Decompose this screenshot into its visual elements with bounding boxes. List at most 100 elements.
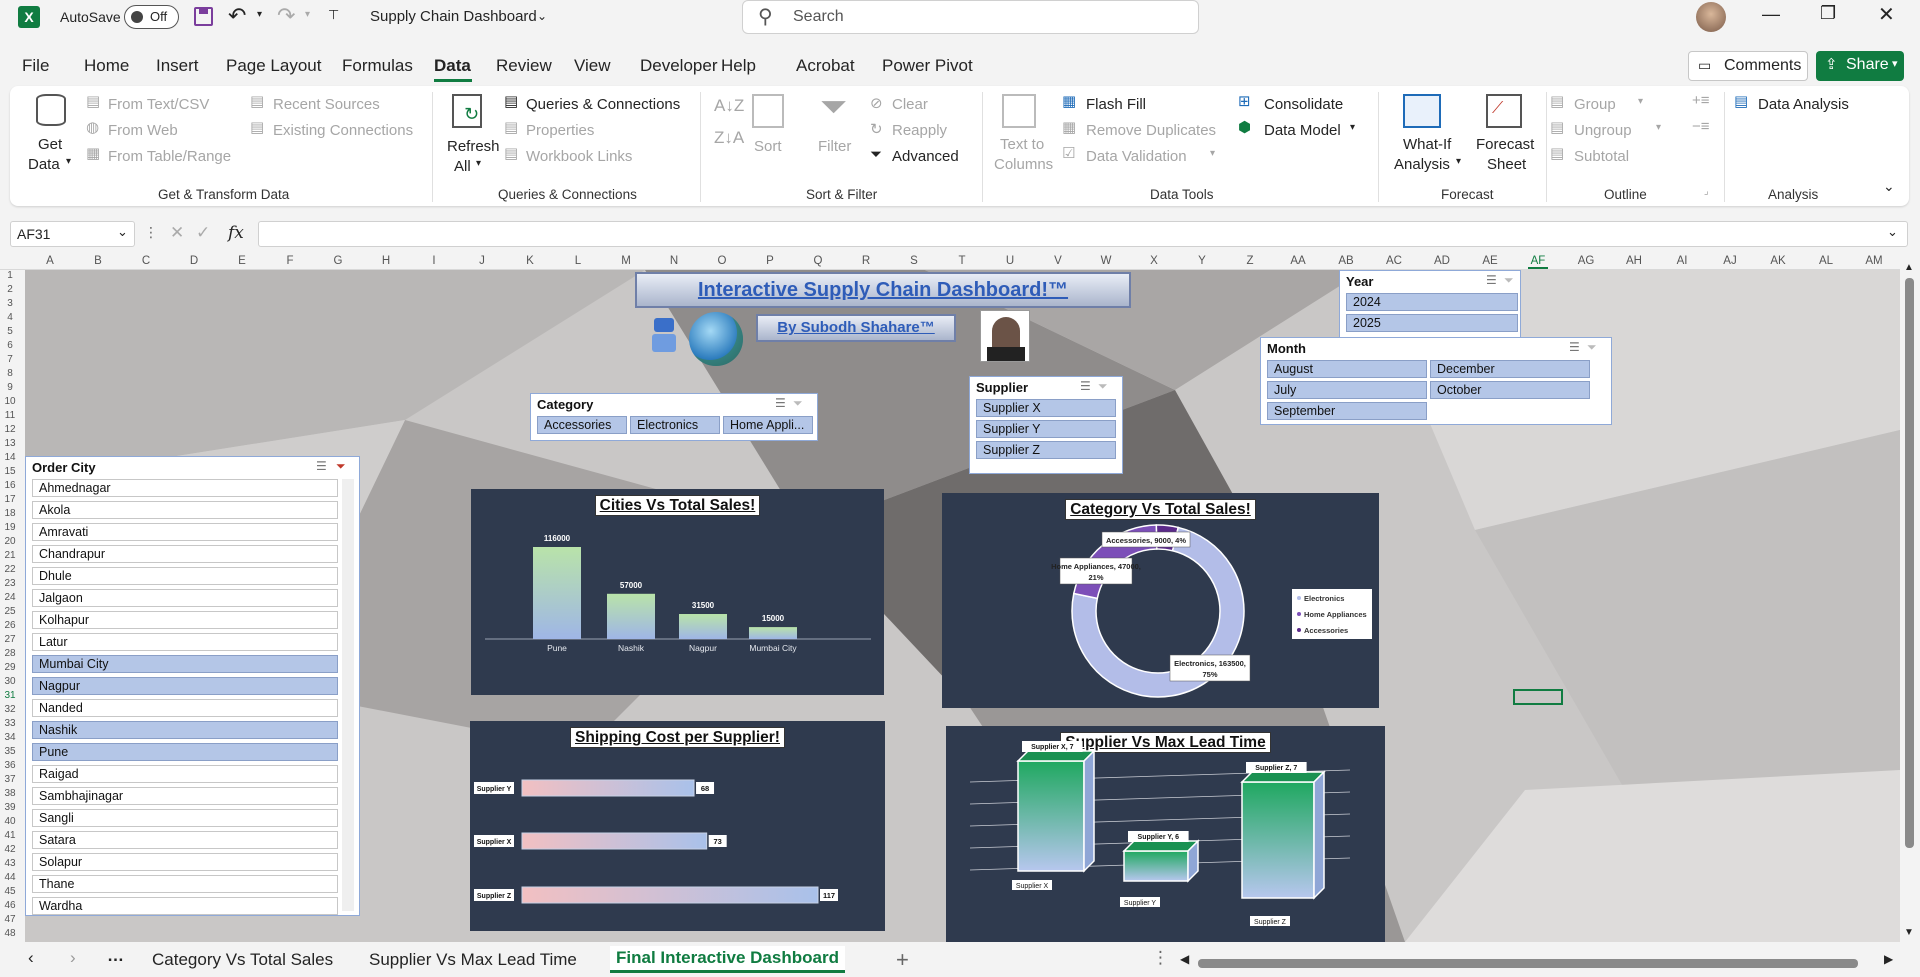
column-header[interactable]: S (904, 255, 924, 267)
name-box[interactable]: AF31 ⌄ (10, 221, 135, 247)
row-header[interactable]: 12 (0, 424, 20, 435)
bar-mumbai-city[interactable] (749, 627, 797, 639)
row-header[interactable]: 32 (0, 704, 20, 715)
row-header[interactable]: 19 (0, 522, 20, 533)
hide-detail-icon[interactable]: −≡ (1692, 118, 1710, 135)
column-header[interactable]: AD (1432, 255, 1452, 267)
row-header[interactable]: 48 (0, 928, 20, 939)
row-header[interactable]: 1 (0, 270, 20, 281)
from-web-button[interactable]: From Web (108, 122, 178, 139)
column-header[interactable]: D (184, 255, 204, 267)
column-header[interactable]: H (376, 255, 396, 267)
city-slicer-item[interactable]: Mumbai City (32, 655, 338, 673)
row-header[interactable]: 46 (0, 900, 20, 911)
multiselect-icon[interactable]: ☰ (1486, 273, 1497, 287)
data-validation-button[interactable]: Data Validation (1086, 148, 1187, 165)
row-header[interactable]: 35 (0, 746, 20, 757)
get-data-label2[interactable]: Data (28, 156, 60, 173)
scroll-up-icon[interactable]: ▲ (1904, 262, 1914, 273)
row-header[interactable]: 34 (0, 732, 20, 743)
cancel-icon[interactable]: ✕ (170, 223, 184, 243)
column-header[interactable]: E (232, 255, 252, 267)
row-header[interactable]: 26 (0, 620, 20, 631)
menu-review[interactable]: Review (496, 56, 552, 76)
row-header[interactable]: 14 (0, 452, 20, 463)
what-if-label1[interactable]: What-If (1403, 136, 1451, 153)
month-slicer-item[interactable]: August (1267, 360, 1427, 378)
menu-power-pivot[interactable]: Power Pivot (882, 56, 973, 76)
sheet-tab-final-interactive-dashboard[interactable]: Final Interactive Dashboard (610, 946, 845, 973)
clear-filter-icon[interactable]: ⏷ (1504, 273, 1514, 288)
category-slicer-item[interactable]: Accessories (537, 416, 627, 434)
row-header[interactable]: 33 (0, 718, 20, 729)
year-slicer-item[interactable]: 2025 (1346, 314, 1518, 332)
menu-file[interactable]: File (22, 56, 49, 76)
forecast-label2[interactable]: Sheet (1487, 156, 1526, 173)
city-slicer-item[interactable]: Latur (32, 633, 338, 651)
lead-time-chart[interactable]: Supplier Vs Max Lead Time Supplier X, 7S… (946, 726, 1385, 942)
close-icon[interactable]: ✕ (1878, 2, 1895, 27)
row-header[interactable]: 16 (0, 480, 20, 491)
slicer-scrollbar[interactable] (342, 479, 354, 911)
row-header[interactable]: 31 (0, 690, 20, 701)
supplier-slicer-item[interactable]: Supplier Y (976, 420, 1116, 438)
menu-data[interactable]: Data (434, 56, 471, 76)
next-sheet-icon[interactable]: › (70, 948, 76, 968)
undo-dropdown-icon[interactable]: ▾ (257, 9, 262, 20)
city-slicer-item[interactable]: Raigad (32, 765, 338, 783)
formula-input[interactable]: ⌄ (258, 221, 1908, 247)
consolidate-button[interactable]: Consolidate (1264, 96, 1343, 113)
category-slicer-item[interactable]: Electronics (630, 416, 720, 434)
column-header[interactable]: M (616, 255, 636, 267)
city-slicer-item[interactable]: Akola (32, 501, 338, 519)
row-header[interactable]: 20 (0, 536, 20, 547)
existing-connections-button[interactable]: Existing Connections (273, 122, 413, 139)
column-header[interactable]: AK (1768, 255, 1788, 267)
city-slicer-item[interactable]: Ahmednagar (32, 479, 338, 497)
month-slicer-item[interactable]: December (1430, 360, 1590, 378)
scroll-right-icon[interactable]: ▶ (1884, 952, 1893, 966)
bar-supplier-x[interactable] (521, 832, 708, 850)
row-header[interactable]: 36 (0, 760, 20, 771)
city-slicer-item[interactable]: Nanded (32, 699, 338, 717)
row-header[interactable]: 5 (0, 326, 20, 337)
what-if-label2[interactable]: Analysis (1394, 156, 1450, 173)
year-slicer-item[interactable]: 2024 (1346, 293, 1518, 311)
clear-filter-icon[interactable]: ⏷ (1098, 379, 1108, 394)
supplier-slicer-item[interactable]: Supplier Z (976, 441, 1116, 459)
city-slicer-item[interactable]: Jalgaon (32, 589, 338, 607)
city-slicer-item[interactable]: Chandrapur (32, 545, 338, 563)
sort-za-icon[interactable]: Z↓A (714, 128, 744, 148)
column-header[interactable]: O (712, 255, 732, 267)
column-header[interactable]: J (472, 255, 492, 267)
scroll-down-icon[interactable]: ▼ (1904, 927, 1914, 938)
active-cell[interactable] (1513, 689, 1563, 705)
month-slicer-item[interactable]: September (1267, 402, 1427, 420)
row-header[interactable]: 42 (0, 844, 20, 855)
multiselect-icon[interactable]: ☰ (1569, 340, 1580, 354)
redo-dropdown-icon[interactable]: ▾ (305, 9, 310, 20)
row-header[interactable]: 22 (0, 564, 20, 575)
sort-button[interactable]: Sort (754, 138, 782, 155)
bar-supplier-x[interactable] (1016, 749, 1096, 873)
sort-az-icon[interactable]: A↓Z (714, 96, 744, 116)
category-sales-chart[interactable]: Category Vs Total Sales! Electronics, 16… (942, 493, 1379, 708)
enter-icon[interactable]: ✓ (196, 223, 210, 243)
redo-icon[interactable]: ↷ (277, 3, 295, 29)
column-header[interactable]: B (88, 255, 108, 267)
undo-icon[interactable]: ↶ (228, 3, 246, 29)
what-if-chevron-icon[interactable]: ▾ (1456, 156, 1461, 167)
more-sheets-icon[interactable]: … (107, 946, 124, 966)
restore-icon[interactable]: ❐ (1820, 3, 1836, 24)
search-box[interactable]: ⚲ Search (742, 0, 1199, 34)
workbook-links-button[interactable]: Workbook Links (526, 148, 632, 165)
refresh-label2[interactable]: All (454, 158, 471, 175)
column-header[interactable]: U (1000, 255, 1020, 267)
properties-button[interactable]: Properties (526, 122, 594, 139)
bar-supplier-z[interactable] (1240, 770, 1326, 900)
column-header[interactable]: AC (1384, 255, 1404, 267)
column-header[interactable]: V (1048, 255, 1068, 267)
row-header[interactable]: 39 (0, 802, 20, 813)
forecast-label1[interactable]: Forecast (1476, 136, 1534, 153)
horizontal-scroll-thumb[interactable] (1198, 959, 1858, 968)
